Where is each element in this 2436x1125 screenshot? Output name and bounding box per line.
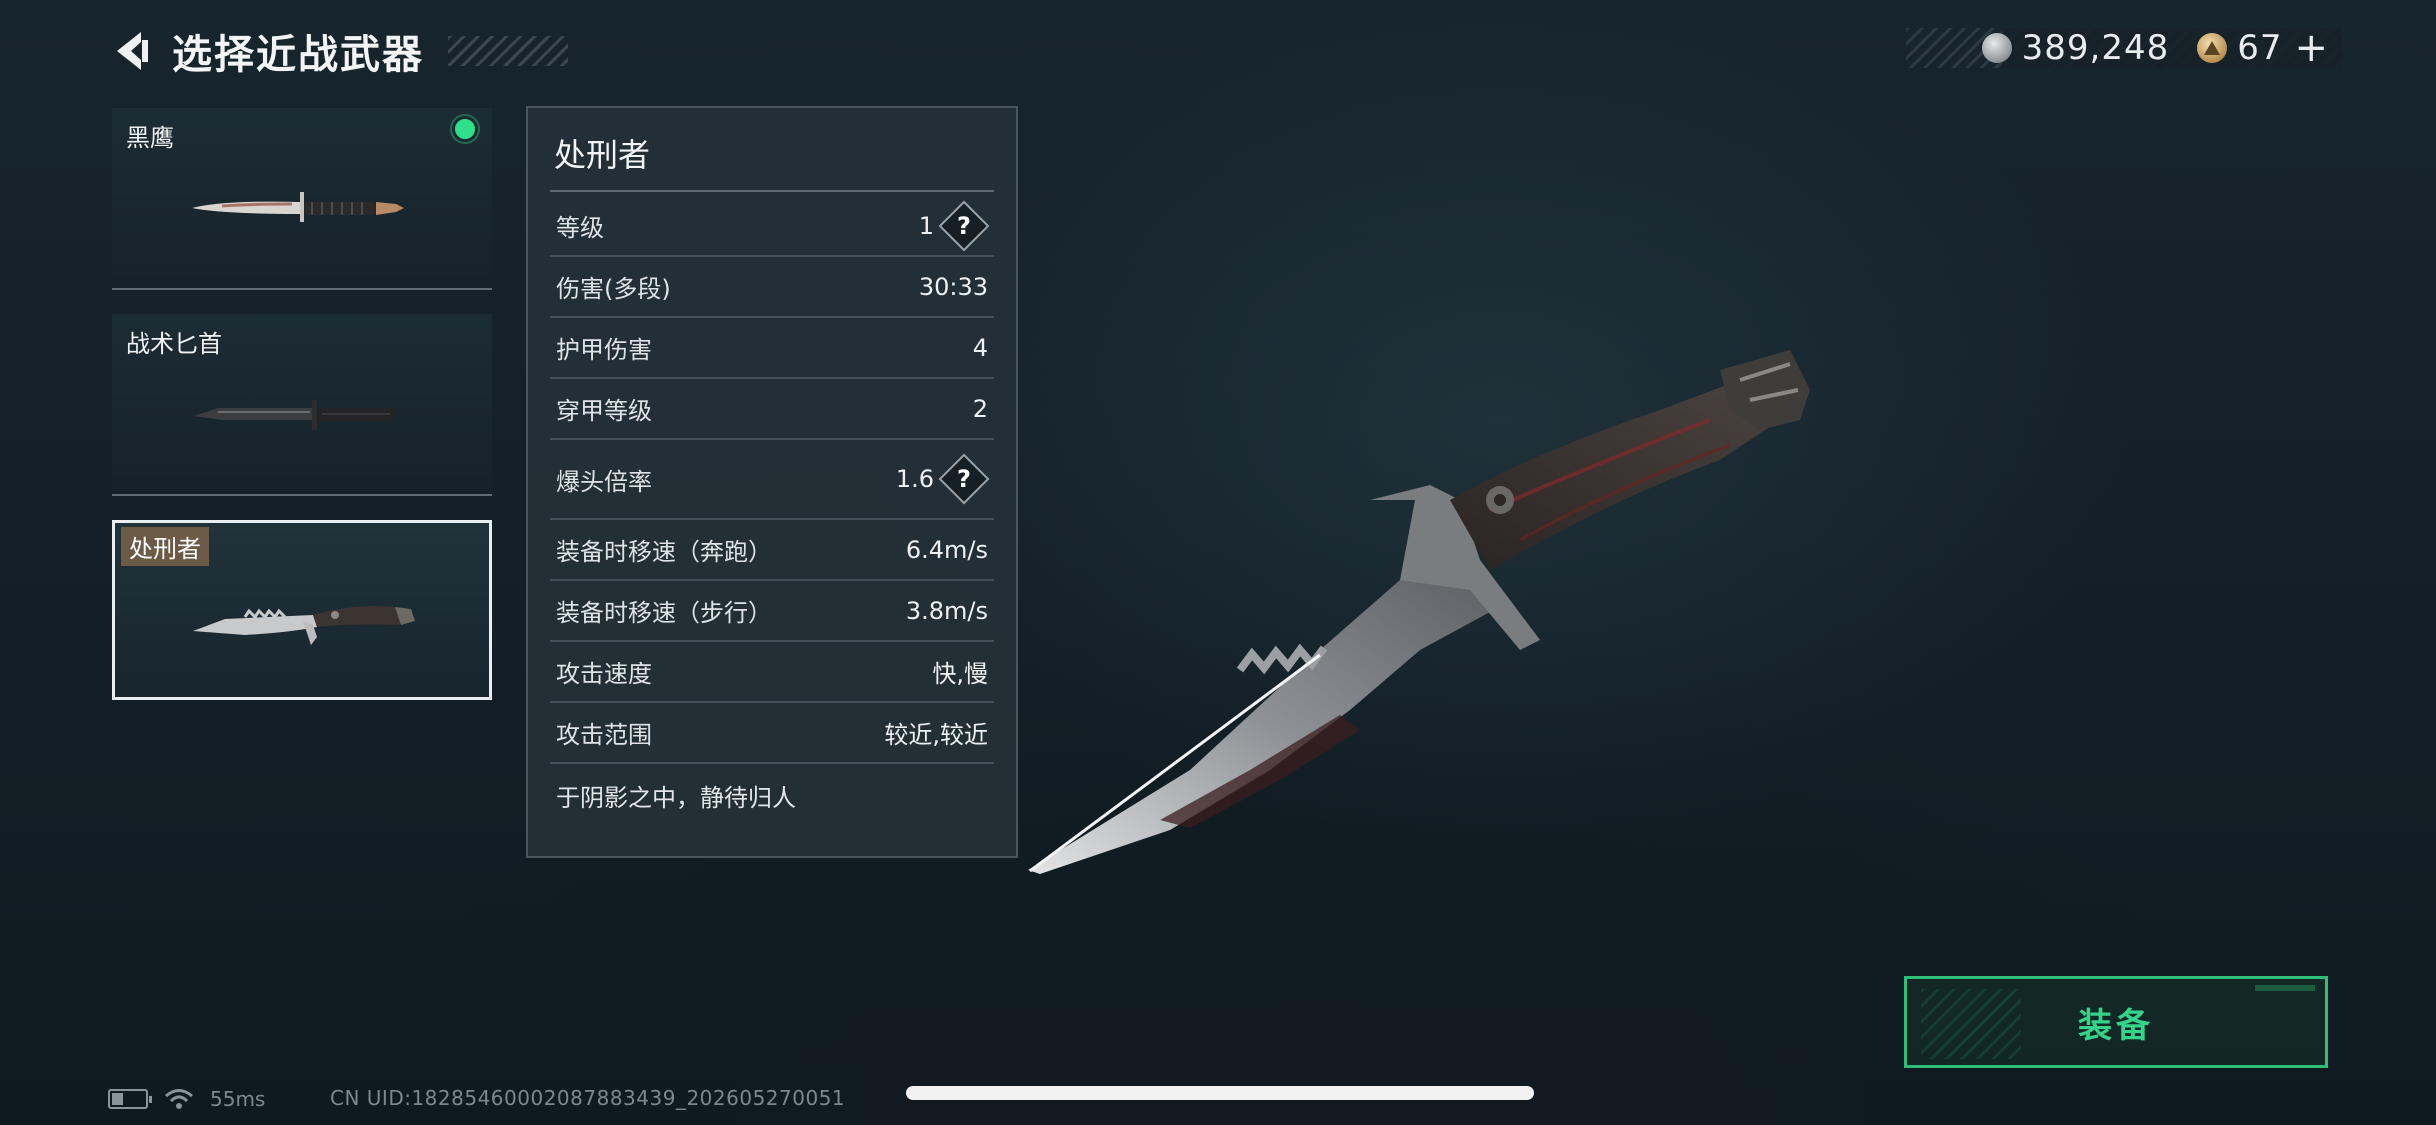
equipped-indicator-icon: [452, 116, 478, 142]
stat-value: 6.4m/s: [905, 535, 988, 564]
black-eagle-knife-image: [192, 192, 404, 222]
weapon-detail-name: 处刑者: [554, 136, 651, 174]
ping-value: 55ms: [210, 1087, 266, 1111]
gold-balance: 67: [2237, 28, 2283, 68]
weapon-list: 黑鹰 战术匕首 处刑者: [112, 108, 492, 726]
stat-row-headshot-multiplier: 爆头倍率 1.6 ?: [550, 440, 994, 520]
user-uid: CN UID:18285460002087883439_202605270051: [330, 1086, 846, 1110]
stat-row-walk-speed: 装备时移速（步行） 3.8m/s: [550, 581, 994, 642]
equip-button-label: 装备: [2078, 1005, 2154, 1046]
weapon-name: 战术匕首: [126, 330, 222, 358]
weapon-details-panel: 处刑者 等级 1 ? 伤害(多段) 30:33 护甲伤害 4 穿甲等级 2 爆头…: [526, 106, 1018, 858]
battery-icon: [108, 1089, 152, 1109]
stat-value: 较近,较近: [884, 721, 988, 749]
page-title: 选择近战武器: [172, 32, 424, 78]
stat-label: 装备时移速（奔跑）: [556, 538, 772, 566]
add-currency-button[interactable]: +: [2294, 28, 2328, 68]
stat-row-attack-speed: 攻击速度 快,慢: [550, 642, 994, 703]
home-indicator[interactable]: [906, 1086, 1534, 1100]
stat-label: 护甲伤害: [556, 336, 652, 364]
stat-row-damage: 伤害(多段) 30:33: [550, 257, 994, 318]
header: 选择近战武器: [108, 22, 568, 80]
stat-value: 30:33: [918, 272, 988, 301]
weapon-name: 处刑者: [121, 527, 209, 566]
stat-value: 1.6: [895, 465, 934, 493]
stat-label: 装备时移速（步行）: [556, 599, 772, 627]
stat-label: 爆头倍率: [556, 467, 652, 496]
headshot-help-button[interactable]: ?: [938, 453, 990, 505]
weapon-name: 黑鹰: [126, 124, 174, 152]
weapon-description: 于阴影之中，静待归人: [556, 784, 796, 812]
tactical-dagger-image: [194, 400, 395, 430]
weapon-3d-preview[interactable]: [1020, 350, 1820, 890]
stat-value: 2: [972, 394, 988, 423]
stat-label: 伤害(多段): [556, 275, 671, 303]
back-button[interactable]: [108, 25, 154, 77]
stat-value: 4: [972, 333, 988, 362]
stat-row-armor-damage: 护甲伤害 4: [550, 318, 994, 379]
stat-label: 攻击速度: [556, 660, 652, 688]
currency-bar: 389,248 67 +: [1906, 28, 2342, 68]
silver-coin-icon: [1981, 33, 2012, 63]
status-bar: 55ms: [108, 1084, 265, 1114]
executioner-knife-image: [193, 606, 415, 645]
stat-row-attack-range: 攻击范围 较近,较近: [550, 703, 994, 764]
question-icon: ?: [957, 211, 971, 240]
stat-value: 1: [918, 211, 934, 240]
stat-label: 攻击范围: [556, 721, 652, 749]
stat-row-penetration: 穿甲等级 2: [550, 379, 994, 440]
silver-balance: 389,248: [2021, 28, 2170, 68]
stat-row-run-speed: 装备时移速（奔跑） 6.4m/s: [550, 520, 994, 581]
level-help-button[interactable]: ?: [938, 200, 990, 251]
title-decoration: [448, 36, 568, 66]
stat-value: 3.8m/s: [905, 596, 988, 625]
stat-row-level: 等级 1 ?: [550, 196, 994, 257]
stat-label: 等级: [556, 214, 604, 242]
weapon-card-black-eagle[interactable]: 黑鹰: [112, 108, 492, 290]
equip-button[interactable]: 装备: [1904, 976, 2328, 1068]
stat-label: 穿甲等级: [556, 397, 652, 425]
chevron-left-icon: [117, 32, 148, 70]
wifi-icon: [165, 1089, 193, 1109]
question-icon: ?: [957, 464, 971, 493]
stat-value: 快,慢: [932, 660, 988, 688]
weapon-card-executioner[interactable]: 处刑者: [112, 520, 492, 700]
weapon-card-tactical-dagger[interactable]: 战术匕首: [112, 314, 492, 496]
